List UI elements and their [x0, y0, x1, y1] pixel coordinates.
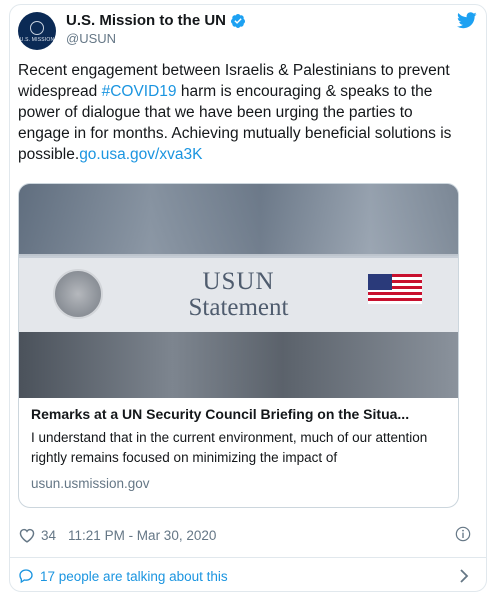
timestamp[interactable]: 11:21 PM - Mar 30, 2020: [68, 528, 216, 543]
chevron-right-icon[interactable]: [459, 569, 469, 583]
avatar[interactable]: U.S. MISSION: [18, 12, 56, 50]
us-flag-icon: [368, 274, 422, 304]
twitter-bird-icon[interactable]: [457, 12, 477, 29]
flag-canton: [368, 274, 392, 290]
image-bottom-blur: [19, 332, 458, 398]
talking-count-text[interactable]: 17 people are talking about this: [40, 569, 228, 584]
preview-domain: usun.usmission.gov: [31, 476, 150, 491]
tweet-url-link[interactable]: go.usa.gov/xva3K: [79, 146, 202, 163]
divider: [9, 557, 487, 558]
image-top-blur: [19, 184, 458, 254]
like-count[interactable]: 34: [41, 528, 56, 543]
link-preview-card[interactable]: USUN Statement Remarks at a UN Security …: [18, 183, 459, 508]
account-name[interactable]: U.S. Mission to the UN: [66, 12, 226, 29]
preview-image[interactable]: USUN Statement: [19, 184, 458, 398]
verified-badge-icon: [231, 13, 246, 28]
conversation-link[interactable]: 17 people are talking about this: [18, 568, 228, 584]
tweet-text: Recent engagement between Israelis & Pal…: [18, 60, 458, 165]
seal-icon: [30, 21, 44, 35]
hashtag-link[interactable]: #COVID19: [102, 83, 177, 100]
preview-title[interactable]: Remarks at a UN Security Council Briefin…: [31, 406, 449, 422]
account-name-row[interactable]: U.S. Mission to the UN: [66, 12, 246, 29]
info-icon[interactable]: [455, 526, 471, 542]
heart-icon[interactable]: [18, 527, 36, 543]
account-handle[interactable]: @USUN: [66, 31, 116, 46]
avatar-text: U.S. MISSION: [19, 37, 55, 43]
tweet-meta: 34 11:21 PM - Mar 30, 2020: [18, 527, 216, 543]
comment-bubble-icon: [19, 569, 33, 584]
preview-description: I understand that in the current environ…: [31, 430, 428, 465]
